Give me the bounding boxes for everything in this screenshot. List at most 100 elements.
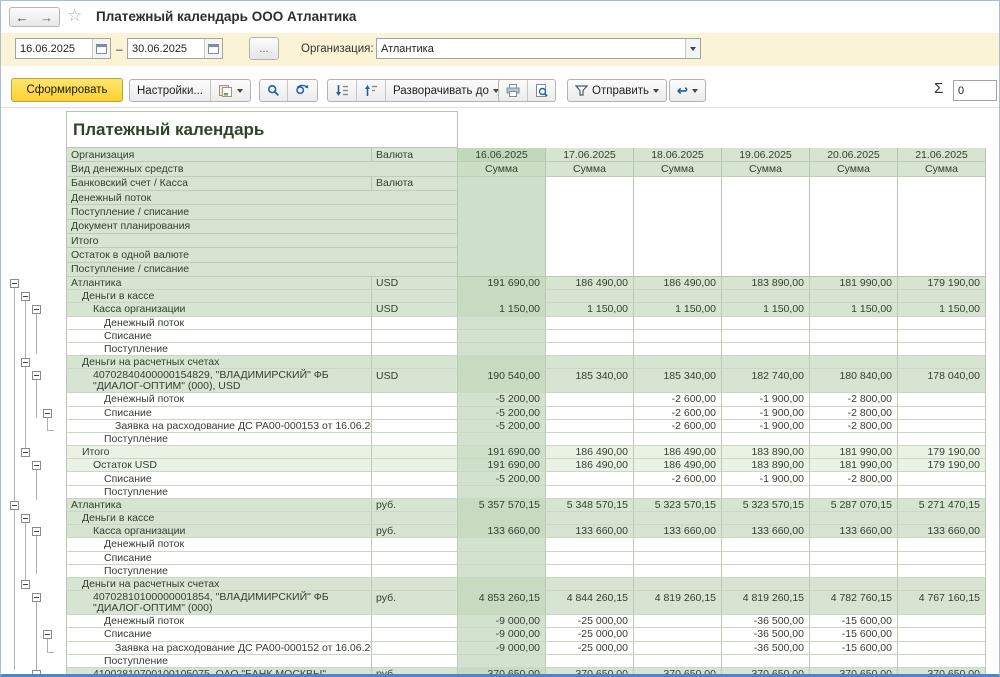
- collapse-toggle[interactable]: [21, 358, 30, 367]
- amount-cell[interactable]: 178 040,00: [898, 369, 986, 393]
- amount-cell[interactable]: 4 782 760,15: [810, 591, 898, 615]
- amount-cell[interactable]: [722, 433, 810, 446]
- amount-cell[interactable]: 1 150,00: [634, 303, 722, 316]
- amount-cell[interactable]: [546, 317, 634, 330]
- amount-cell[interactable]: [546, 655, 634, 668]
- amount-cell[interactable]: [722, 486, 810, 499]
- row-currency-cell[interactable]: [372, 343, 458, 356]
- amount-cell[interactable]: [810, 486, 898, 499]
- period-from-input[interactable]: 16.06.2025: [15, 38, 111, 59]
- row-label-cell[interactable]: Деньги в кассе: [66, 290, 372, 303]
- sum-field[interactable]: 0: [953, 80, 997, 101]
- amount-cell[interactable]: [634, 552, 722, 565]
- amount-cell[interactable]: [898, 420, 986, 433]
- row-currency-cell[interactable]: [372, 538, 458, 551]
- amount-cell[interactable]: [722, 565, 810, 578]
- amount-cell[interactable]: 183 890,00: [722, 446, 810, 459]
- period-to-input[interactable]: 30.06.2025: [127, 38, 223, 59]
- amount-cell[interactable]: [634, 433, 722, 446]
- amount-cell[interactable]: [634, 512, 722, 525]
- amount-cell[interactable]: [722, 343, 810, 356]
- amount-cell[interactable]: -2 600,00: [634, 407, 722, 420]
- report-variants-button[interactable]: [210, 80, 250, 101]
- row-currency-cell[interactable]: [372, 446, 458, 459]
- amount-cell[interactable]: 5 287 070,15: [810, 499, 898, 512]
- date-column-header[interactable]: 16.06.2025: [458, 148, 546, 162]
- favorite-star-icon[interactable]: ☆: [67, 6, 82, 26]
- amount-cell[interactable]: [898, 538, 986, 551]
- amount-cell[interactable]: [898, 330, 986, 343]
- amount-cell[interactable]: [722, 317, 810, 330]
- amount-cell[interactable]: 5 357 570,15: [458, 499, 546, 512]
- amount-cell[interactable]: 191 690,00: [458, 277, 546, 290]
- amount-cell[interactable]: [458, 343, 546, 356]
- amount-cell[interactable]: 1 150,00: [458, 303, 546, 316]
- period-more-button[interactable]: ...: [249, 37, 279, 60]
- settings-button[interactable]: Настройки...: [130, 80, 210, 101]
- row-currency-cell[interactable]: USD: [372, 277, 458, 290]
- amount-cell[interactable]: [458, 433, 546, 446]
- amount-cell[interactable]: [634, 317, 722, 330]
- amount-cell[interactable]: [546, 538, 634, 551]
- amount-cell[interactable]: [546, 407, 634, 420]
- amount-cell[interactable]: [722, 290, 810, 303]
- amount-cell[interactable]: 133 660,00: [458, 525, 546, 538]
- amount-cell[interactable]: [458, 512, 546, 525]
- row-label-cell[interactable]: Поступление: [66, 565, 372, 578]
- amount-cell[interactable]: [546, 578, 634, 591]
- amount-cell[interactable]: [898, 486, 986, 499]
- print-button[interactable]: [499, 80, 527, 101]
- row-label-cell[interactable]: Списание: [66, 628, 372, 641]
- row-label-cell[interactable]: Атлантика: [66, 499, 372, 512]
- row-currency-cell[interactable]: руб.: [372, 591, 458, 615]
- amount-cell[interactable]: [634, 486, 722, 499]
- search-next-button[interactable]: [287, 80, 317, 101]
- date-column-header[interactable]: 20.06.2025: [810, 148, 898, 162]
- amount-cell[interactable]: [898, 290, 986, 303]
- row-currency-cell[interactable]: [372, 407, 458, 420]
- amount-cell[interactable]: [634, 615, 722, 628]
- calendar-icon[interactable]: [204, 39, 222, 58]
- amount-cell[interactable]: -9 000,00: [458, 642, 546, 655]
- amount-cell[interactable]: [634, 565, 722, 578]
- amount-cell[interactable]: [722, 552, 810, 565]
- amount-cell[interactable]: [898, 343, 986, 356]
- amount-cell[interactable]: 186 490,00: [634, 459, 722, 472]
- collapse-toggle[interactable]: [32, 670, 41, 677]
- amount-cell[interactable]: [722, 330, 810, 343]
- row-currency-cell[interactable]: [372, 486, 458, 499]
- amount-cell[interactable]: [458, 330, 546, 343]
- collapse-toggle[interactable]: [32, 305, 41, 314]
- amount-cell[interactable]: -1 900,00: [722, 393, 810, 406]
- row-label-cell[interactable]: Поступление: [66, 433, 372, 446]
- amount-cell[interactable]: [546, 433, 634, 446]
- row-label-cell[interactable]: Списание: [66, 552, 372, 565]
- amount-cell[interactable]: [458, 290, 546, 303]
- amount-cell[interactable]: -15 600,00: [810, 615, 898, 628]
- amount-cell[interactable]: -5 200,00: [458, 420, 546, 433]
- amount-cell[interactable]: [546, 356, 634, 369]
- row-currency-cell[interactable]: [372, 578, 458, 591]
- row-label-cell[interactable]: Остаток USD: [66, 459, 372, 472]
- row-label-cell[interactable]: Денежный поток: [66, 317, 372, 330]
- amount-cell[interactable]: [810, 290, 898, 303]
- amount-cell[interactable]: -2 600,00: [634, 472, 722, 485]
- amount-cell[interactable]: [458, 317, 546, 330]
- amount-cell[interactable]: 1 150,00: [546, 303, 634, 316]
- amount-cell[interactable]: [634, 642, 722, 655]
- amount-cell[interactable]: 185 340,00: [634, 369, 722, 393]
- amount-cell[interactable]: [634, 538, 722, 551]
- row-label-cell[interactable]: Денежный поток: [66, 393, 372, 406]
- amount-cell[interactable]: [898, 433, 986, 446]
- amount-cell[interactable]: [546, 472, 634, 485]
- amount-cell[interactable]: 4 767 160,15: [898, 591, 986, 615]
- amount-cell[interactable]: [898, 655, 986, 668]
- amount-cell[interactable]: 183 890,00: [722, 277, 810, 290]
- amount-cell[interactable]: [810, 330, 898, 343]
- amount-cell[interactable]: -2 600,00: [634, 420, 722, 433]
- row-label-cell[interactable]: Заявка на расходование ДС РА00-000153 от…: [66, 420, 372, 433]
- amount-cell[interactable]: [898, 472, 986, 485]
- expand-to-button[interactable]: Разворачивать до: [385, 80, 506, 101]
- row-currency-cell[interactable]: руб.: [372, 668, 458, 677]
- collapse-toggle[interactable]: [32, 371, 41, 380]
